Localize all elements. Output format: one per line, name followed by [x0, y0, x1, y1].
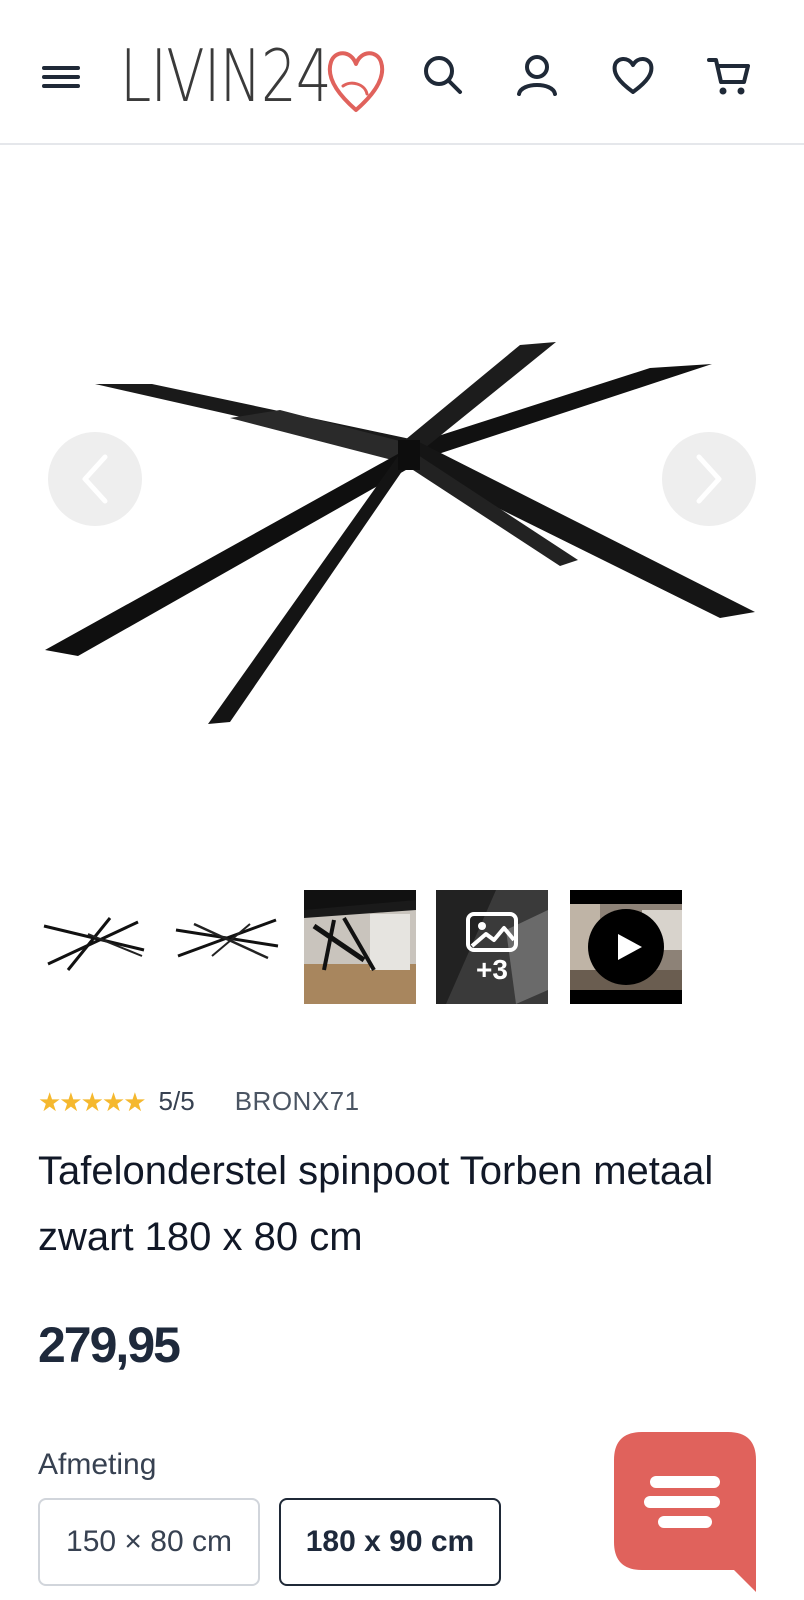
chat-icon: [614, 1432, 756, 1592]
rating-score: 5/5: [158, 1086, 195, 1116]
size-option-180x90[interactable]: 180 x 90 cm: [279, 1498, 501, 1586]
previous-image-button[interactable]: [48, 432, 142, 526]
product-title: Tafelonderstel spinpoot Torben metaal zw…: [38, 1149, 714, 1259]
heart-icon[interactable]: [610, 52, 656, 98]
chat-button[interactable]: [614, 1432, 756, 1592]
site-logo[interactable]: LIVIN24: [120, 34, 390, 118]
more-photos-count: +3: [476, 954, 508, 985]
menu-icon[interactable]: [40, 58, 82, 92]
thumbnail-2[interactable]: [172, 890, 284, 1004]
thumbnail-video[interactable]: [570, 890, 682, 1004]
rating-stars: ★★★★★: [38, 1086, 147, 1117]
cart-icon[interactable]: [706, 52, 752, 98]
thumbnail-1[interactable]: [38, 890, 150, 1004]
thumbnail-more-photos[interactable]: +3: [436, 890, 548, 1004]
site-header: LIVIN24: [0, 0, 804, 145]
logo-heart-icon: [327, 51, 385, 112]
product-rating: ★★★★★ 5/5 BRONX71: [38, 1086, 360, 1117]
size-option-label: Afmeting: [38, 1448, 157, 1481]
thumbnail-3[interactable]: [304, 890, 416, 1004]
chevron-left-icon: [82, 454, 108, 504]
account-icon[interactable]: [514, 52, 560, 98]
product-sku: BRONX71: [234, 1086, 360, 1116]
size-option-150x80[interactable]: 150 × 80 cm: [38, 1498, 260, 1586]
logo-text: LIVIN24: [120, 34, 332, 118]
next-image-button[interactable]: [662, 432, 756, 526]
product-price: 279,95: [38, 1317, 181, 1373]
product-image-gallery: [0, 147, 804, 857]
search-icon[interactable]: [420, 52, 466, 98]
chevron-right-icon: [696, 454, 722, 504]
play-icon: [588, 909, 664, 985]
